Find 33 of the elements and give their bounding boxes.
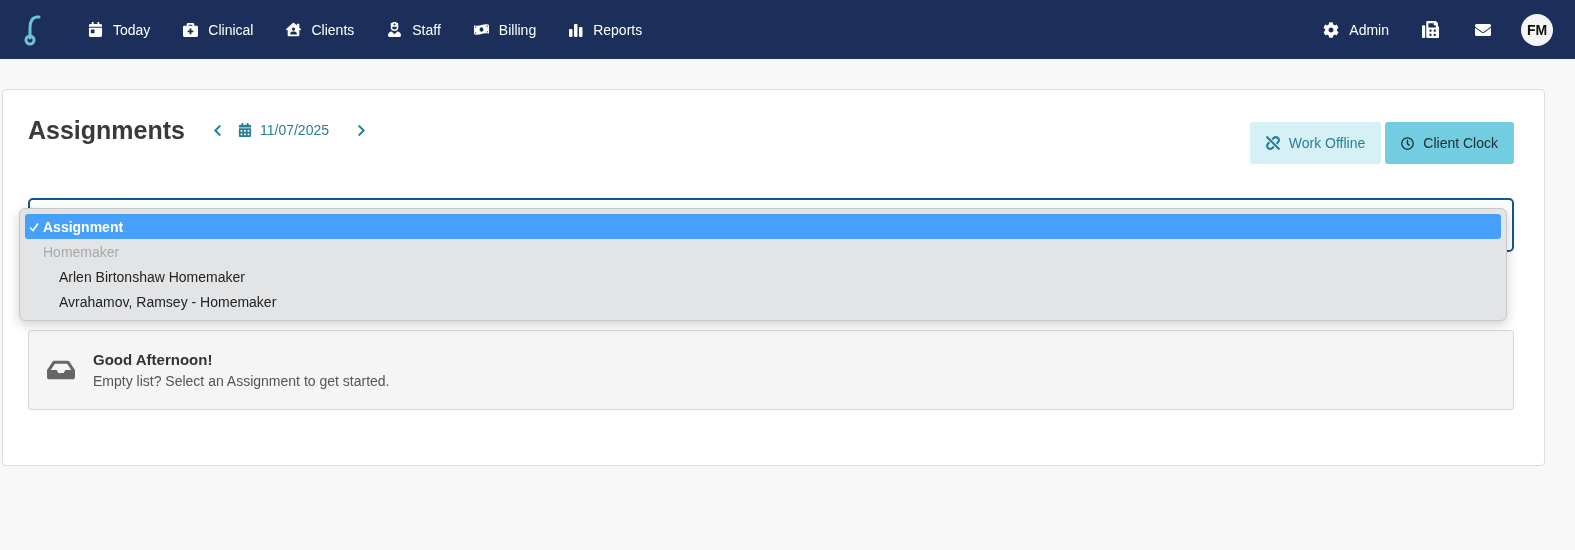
nav-link[interactable]: Clients (286, 21, 355, 38)
next-day-icon[interactable] (355, 123, 368, 137)
clock-icon (1401, 136, 1415, 150)
nav-link[interactable]: Billing (473, 21, 537, 38)
dropdown-option[interactable]: Avrahamov, Ramsey - Homemaker (25, 289, 1501, 314)
settings-icon (1323, 21, 1340, 38)
medical-kit-icon (183, 22, 199, 37)
bar-chart-icon (569, 22, 584, 37)
calendar-icon (238, 123, 252, 137)
dropdown-option[interactable]: Arlen Birtonshaw Homemaker (25, 264, 1501, 289)
mail-icon[interactable] (1475, 21, 1491, 38)
client-clock-button[interactable]: Client Clock (1385, 122, 1514, 164)
nav-link[interactable]: Clinical (183, 21, 254, 38)
admin-link[interactable]: Admin (1323, 21, 1389, 38)
option-group-label: Homemaker (42, 242, 121, 262)
house-user-icon (286, 22, 302, 37)
nav-link[interactable]: Reports (569, 21, 643, 38)
date-link[interactable]: 11/07/2025 (238, 122, 329, 138)
money-icon (473, 22, 489, 37)
fax-icon[interactable] (1422, 21, 1439, 38)
broken-link-icon (1265, 136, 1280, 150)
nav-link[interactable]: Today (88, 21, 151, 38)
check-icon (29, 221, 39, 232)
user-avatar[interactable]: FM (1521, 13, 1553, 46)
work-offline-button[interactable]: Work Offline (1249, 122, 1382, 164)
previous-day-icon[interactable] (211, 123, 224, 137)
nav-link[interactable]: Staff (387, 21, 441, 38)
greeting-message: Empty list? Select an Assignment to get started. (93, 373, 390, 389)
greeting-title: Good Afternoon! (93, 351, 214, 368)
logo-icon[interactable] (22, 13, 42, 46)
nurse-icon (387, 22, 403, 37)
page-title: Assignments (28, 116, 185, 145)
calendar-icon (88, 22, 103, 37)
